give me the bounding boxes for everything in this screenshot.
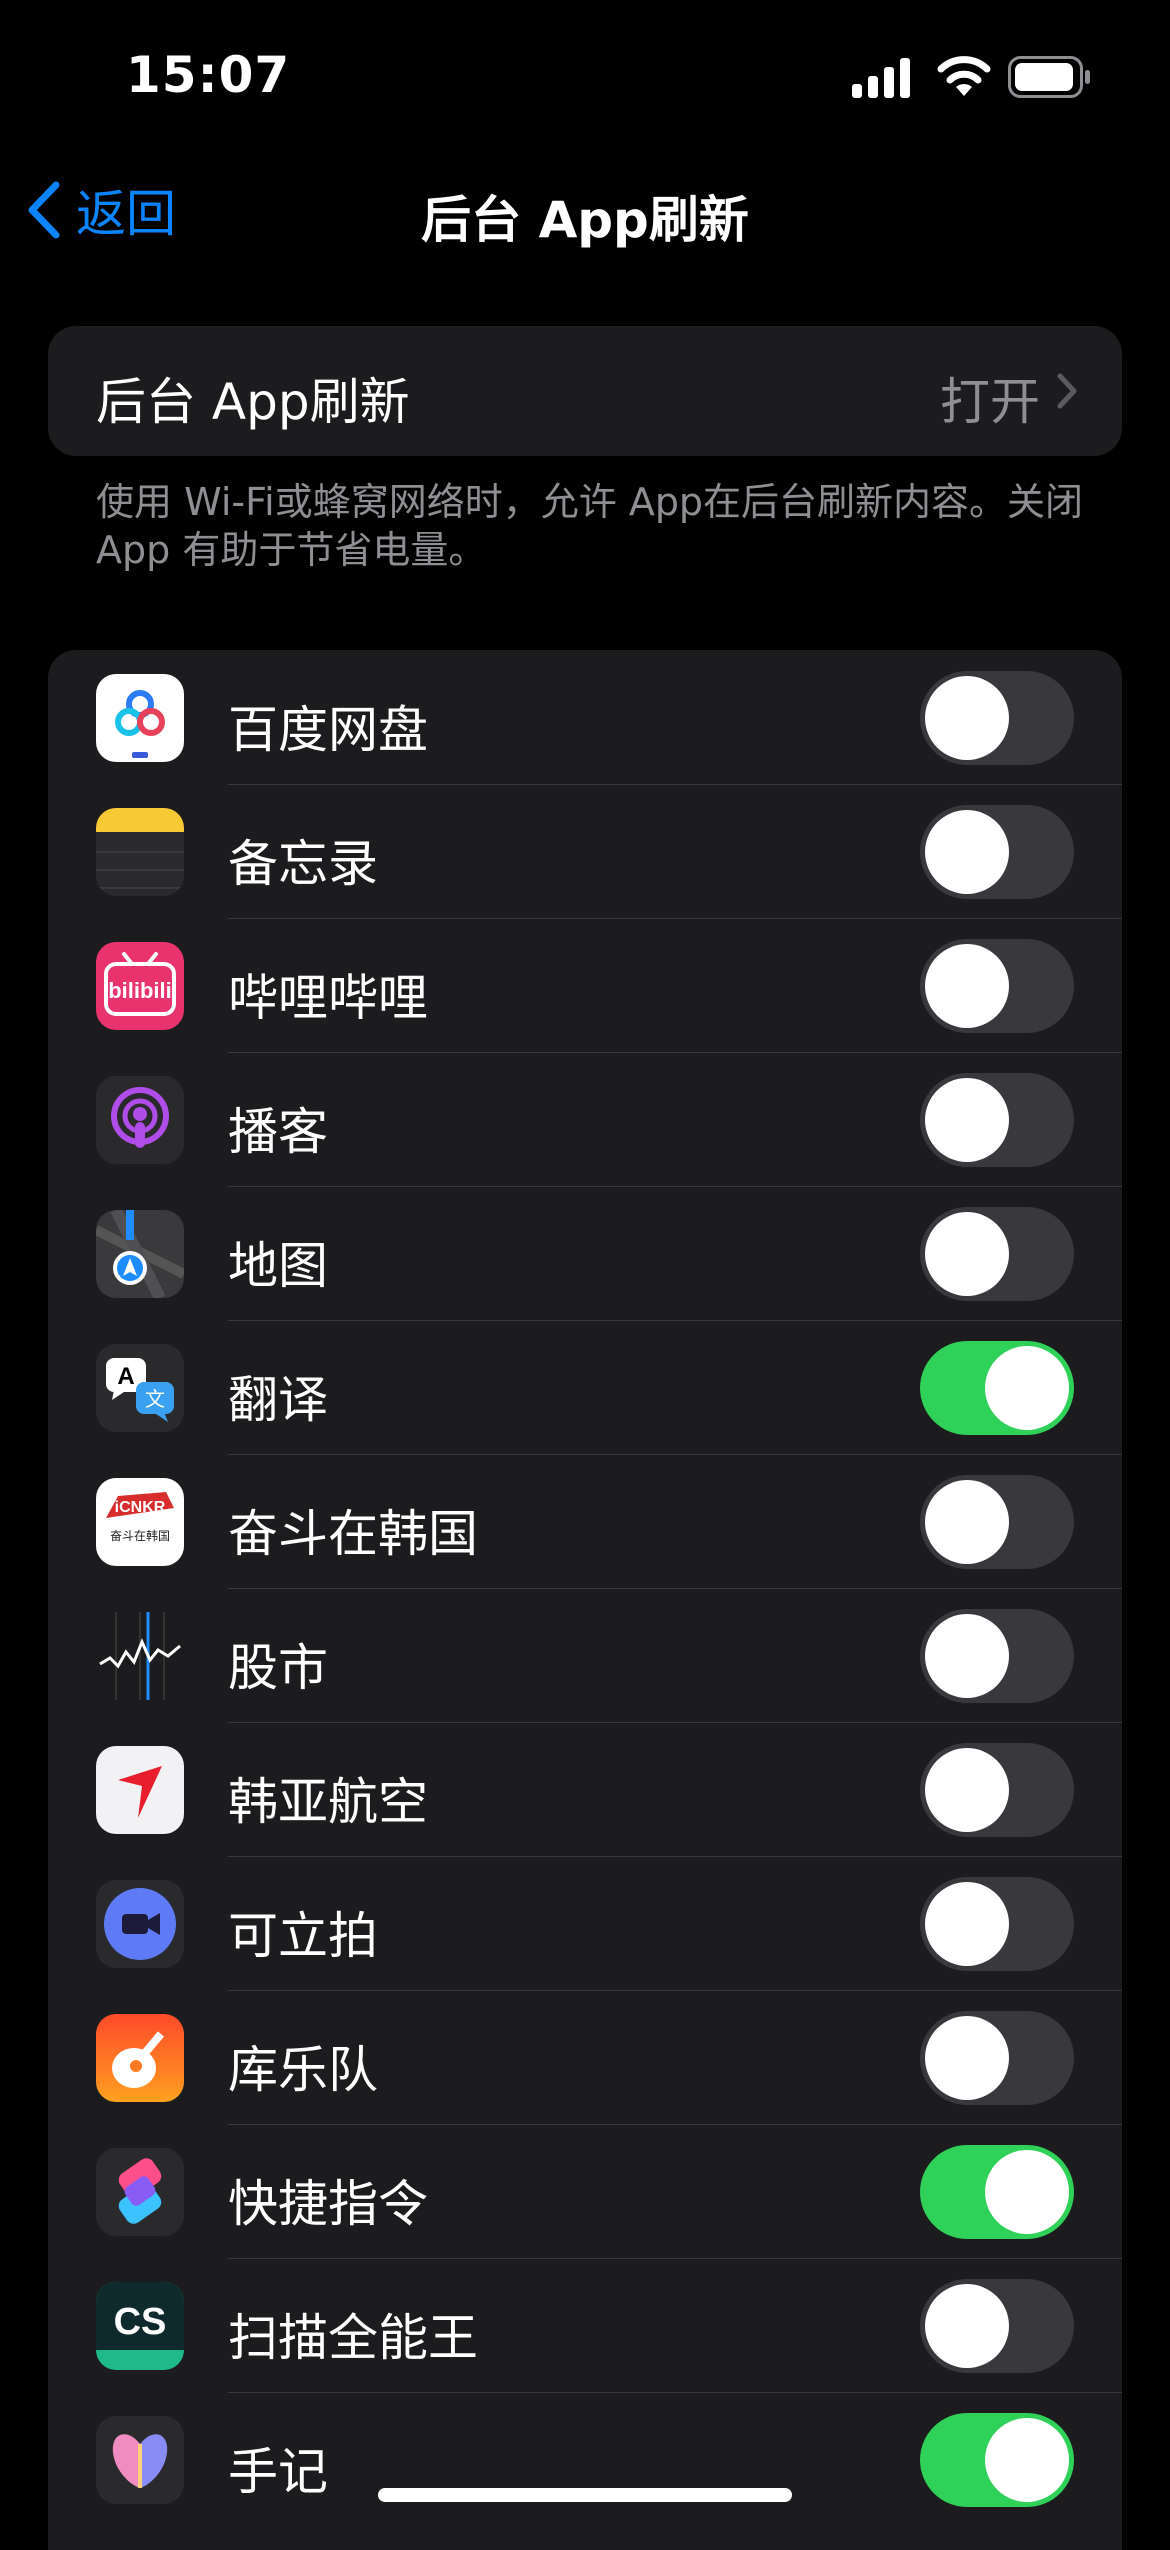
app-row: 可立拍	[48, 1856, 1122, 1991]
background-refresh-toggle[interactable]	[920, 1073, 1074, 1167]
status-time: 15:07	[126, 46, 291, 104]
app-row: A 文翻译	[48, 1320, 1122, 1455]
toggle-knob	[985, 2150, 1069, 2234]
app-row: bilibili 哔哩哔哩	[48, 918, 1122, 1053]
background-refresh-toggle[interactable]	[920, 1877, 1074, 1971]
journal-icon	[96, 2416, 184, 2504]
notes-icon	[96, 808, 184, 896]
background-refresh-toggle[interactable]	[920, 2413, 1074, 2507]
app-row: 库乐队	[48, 1990, 1122, 2125]
toggle-knob	[925, 676, 1009, 760]
svg-text:奋斗在韩国: 奋斗在韩国	[110, 1528, 170, 1543]
app-name: 百度网盘	[228, 701, 428, 759]
app-row: 播客	[48, 1052, 1122, 1187]
app-row: 股市	[48, 1588, 1122, 1723]
svg-text:bilibili: bilibili	[108, 978, 172, 1003]
camscanner-icon: CS	[96, 2282, 184, 2370]
toggle-knob	[925, 1480, 1009, 1564]
app-row: iCNKR 奋斗在韩国 奋斗在韩国	[48, 1454, 1122, 1589]
toggle-knob	[985, 2418, 1069, 2502]
toggle-knob	[925, 1882, 1009, 1966]
app-row: 韩亚航空	[48, 1722, 1122, 1857]
app-name: 股市	[228, 1639, 328, 1697]
toggle-knob	[925, 1614, 1009, 1698]
background-refresh-toggle[interactable]	[920, 1609, 1074, 1703]
icnkr-icon: iCNKR 奋斗在韩国	[96, 1478, 184, 1566]
page-title: 后台 App刷新	[421, 191, 749, 249]
background-refresh-toggle[interactable]	[920, 1341, 1074, 1435]
background-refresh-toggle[interactable]	[920, 1207, 1074, 1301]
toggle-knob	[925, 1748, 1009, 1832]
toggle-knob	[925, 810, 1009, 894]
app-name: 韩亚航空	[228, 1773, 428, 1831]
background-refresh-toggle[interactable]	[920, 939, 1074, 1033]
app-name: 扫描全能王	[228, 2309, 478, 2367]
toggle-knob	[925, 1212, 1009, 1296]
setting-value: 打开	[940, 373, 1040, 431]
setting-description: 使用 Wi-Fi或蜂窝网络时，允许 App在后台刷新内容。关闭 App 有助于节…	[96, 480, 1084, 572]
app-name: 库乐队	[228, 2041, 378, 2099]
chevron-right-icon	[1057, 373, 1077, 409]
background-refresh-toggle[interactable]	[920, 1743, 1074, 1837]
app-name: 手记	[228, 2443, 328, 2501]
translate-icon: A文	[96, 1344, 184, 1432]
cellular-signal-icon	[852, 58, 910, 98]
podcasts-icon	[96, 1076, 184, 1164]
app-name: 奋斗在韩国	[228, 1505, 478, 1563]
app-name: 可立拍	[228, 1907, 378, 1965]
shortcuts-icon	[96, 2148, 184, 2236]
toggle-knob	[925, 2284, 1009, 2368]
background-refresh-toggle[interactable]	[920, 805, 1074, 899]
bilibili-icon: bilibili	[96, 942, 184, 1030]
maps-icon	[96, 1210, 184, 1298]
svg-text:A: A	[117, 1363, 134, 1390]
app-name: 备忘录	[228, 835, 378, 893]
toggle-knob	[985, 1346, 1069, 1430]
setting-label: 后台 App刷新	[96, 373, 410, 431]
background-refresh-toggle[interactable]	[920, 2145, 1074, 2239]
background-refresh-setting-row[interactable]: 后台 App刷新 打开	[48, 326, 1122, 456]
background-refresh-toggle[interactable]	[920, 2279, 1074, 2373]
app-name: 地图	[228, 1237, 328, 1295]
svg-text:CS: CS	[114, 2301, 167, 2343]
app-name: 播客	[228, 1103, 328, 1161]
background-refresh-toggle[interactable]	[920, 671, 1074, 765]
garageband-icon	[96, 2014, 184, 2102]
stocks-icon	[96, 1612, 184, 1700]
baidu-netdisk-icon	[96, 674, 184, 762]
background-refresh-toggle[interactable]	[920, 1475, 1074, 1569]
app-name: 快捷指令	[228, 2175, 428, 2233]
app-row: CS 扫描全能王	[48, 2258, 1122, 2393]
app-list: 百度网盘 备忘录 bilibili 哔哩哔哩 播客 地图 A 文翻译 iCNKR 奋斗在韩国 奋斗在…	[48, 650, 1122, 2550]
app-row: 百度网盘	[48, 650, 1122, 785]
clips-icon	[96, 1880, 184, 1968]
svg-text:iCNKR: iCNKR	[115, 1499, 166, 1516]
toggle-knob	[925, 1078, 1009, 1162]
svg-text:文: 文	[145, 1387, 165, 1411]
toggle-knob	[925, 944, 1009, 1028]
app-row: 备忘录	[48, 784, 1122, 919]
wifi-icon	[937, 56, 991, 96]
app-row: 快捷指令	[48, 2124, 1122, 2259]
status-bar: 15:07	[0, 0, 1170, 150]
app-name: 哔哩哔哩	[228, 969, 428, 1027]
app-row: 地图	[48, 1186, 1122, 1321]
toggle-knob	[925, 2016, 1009, 2100]
home-indicator[interactable]	[378, 2488, 792, 2502]
asiana-airlines-icon	[96, 1746, 184, 1834]
battery-icon	[1008, 56, 1090, 98]
navigation-bar: 返回 后台 App刷新	[0, 150, 1170, 270]
app-row: 手记	[48, 2392, 1122, 2527]
background-refresh-toggle[interactable]	[920, 2011, 1074, 2105]
app-name: 翻译	[228, 1371, 328, 1429]
